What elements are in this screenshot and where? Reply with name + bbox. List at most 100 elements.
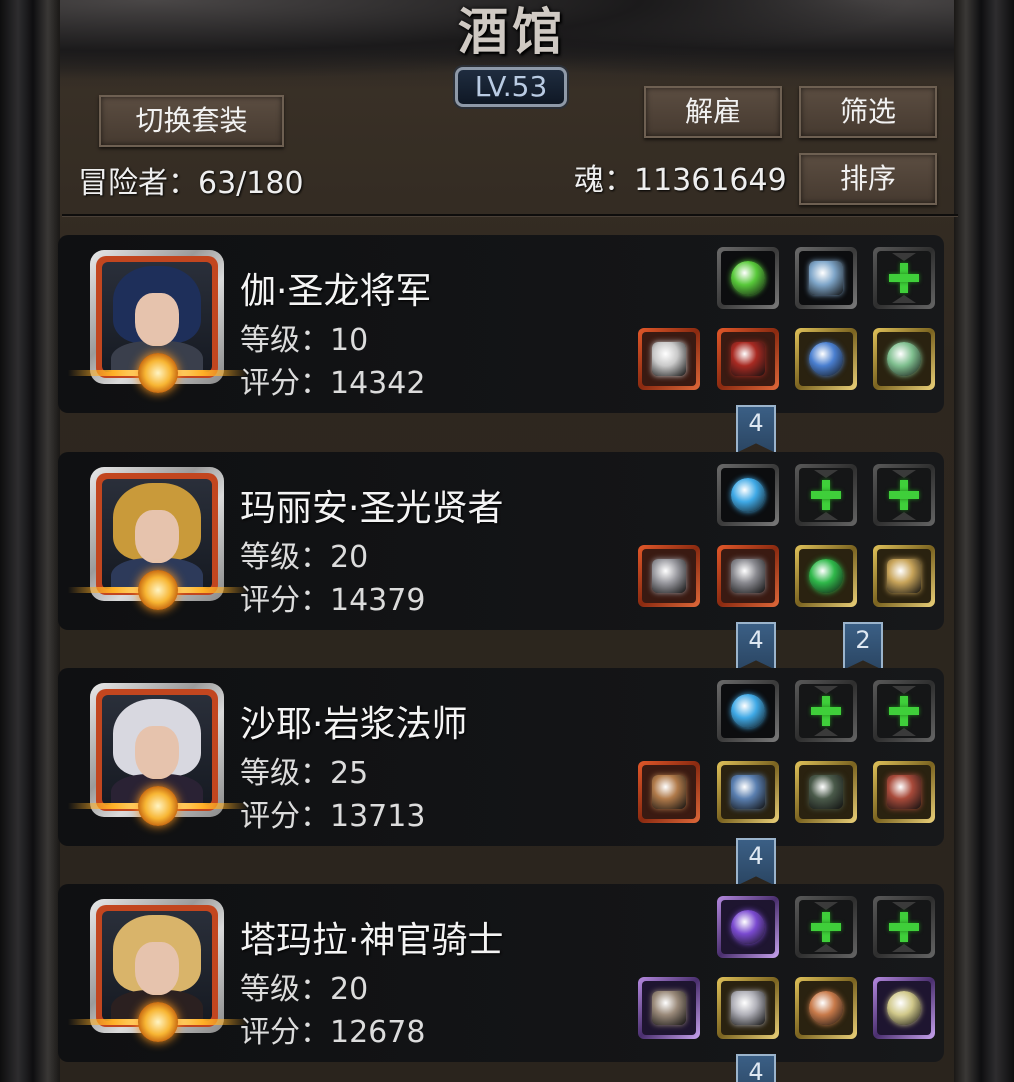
hero-name: 玛丽安·圣光贤者 xyxy=(240,488,504,529)
page-title: 酒馆 xyxy=(458,2,566,61)
slot-frame xyxy=(721,332,775,386)
empty-equipment-slot[interactable] xyxy=(873,247,935,309)
equipment-slot-bottom-0[interactable] xyxy=(638,328,700,390)
staff-icon xyxy=(652,559,686,593)
equipment-slot-bottom-3[interactable] xyxy=(873,328,935,390)
equipment-slot-top-1[interactable] xyxy=(795,247,857,309)
equipment-slot-top-0[interactable] xyxy=(717,680,779,742)
slot-frame xyxy=(721,251,775,305)
slot-frame xyxy=(877,765,931,819)
switch-outfit-button[interactable]: 切换套装 xyxy=(99,95,284,147)
equipment-slot-bottom-2[interactable] xyxy=(795,545,857,607)
rank-emblem-icon xyxy=(68,786,248,826)
hero-name: 沙耶·岩浆法师 xyxy=(240,704,468,745)
add-icon xyxy=(889,696,919,726)
slot-frame xyxy=(642,981,696,1035)
hero-score: 评分：14379 xyxy=(240,583,426,618)
slot-frame xyxy=(877,468,931,522)
scroll-icon xyxy=(887,559,921,593)
ornate-left-border xyxy=(0,0,60,1082)
hero-name: 伽·圣龙将军 xyxy=(240,271,432,312)
green-gem-icon xyxy=(809,559,843,593)
equipment-slot-bottom-0[interactable] xyxy=(638,545,700,607)
slot-chevron-bottom xyxy=(892,512,916,520)
slot-frame xyxy=(877,981,931,1035)
empty-equipment-slot[interactable] xyxy=(873,464,935,526)
slot-frame xyxy=(799,251,853,305)
hero-level: 等级：25 xyxy=(240,756,369,791)
equipment-slot-bottom-2[interactable] xyxy=(795,977,857,1039)
hero-score: 评分：14342 xyxy=(240,366,426,401)
green-crystal-icon xyxy=(731,261,765,295)
slot-chevron-top xyxy=(892,253,916,261)
slot-frame xyxy=(799,549,853,603)
robe-icon xyxy=(731,775,765,809)
equipment-slot-bottom-3[interactable] xyxy=(873,977,935,1039)
empty-equipment-slot[interactable] xyxy=(795,896,857,958)
hero-level: 等级：20 xyxy=(240,540,369,575)
slot-frame xyxy=(799,684,853,738)
add-icon xyxy=(811,696,841,726)
wand-icon xyxy=(652,775,686,809)
slot-frame xyxy=(877,251,931,305)
soul-count: 魂：11361649 xyxy=(574,163,787,198)
slot-chevron-bottom xyxy=(892,944,916,952)
slot-chevron-bottom xyxy=(814,728,838,736)
slot-frame xyxy=(721,981,775,1035)
sun-emblem-icon xyxy=(138,570,178,610)
empty-equipment-slot[interactable] xyxy=(795,680,857,742)
add-icon xyxy=(889,912,919,942)
equipment-slot-bottom-0[interactable] xyxy=(638,761,700,823)
slot-frame xyxy=(799,468,853,522)
empty-equipment-slot[interactable] xyxy=(795,464,857,526)
sun-emblem-icon xyxy=(138,786,178,826)
silver-armor-icon xyxy=(731,991,765,1025)
ornate-right-border xyxy=(954,0,1014,1082)
set-bonus-flag: 4 xyxy=(736,1054,776,1082)
blue-orb-icon xyxy=(731,478,765,512)
add-icon xyxy=(889,263,919,293)
add-icon xyxy=(889,480,919,510)
portrait-face xyxy=(135,725,179,779)
hero-level: 等级：20 xyxy=(240,972,369,1007)
sort-button[interactable]: 排序 xyxy=(799,153,937,205)
equipment-slot-top-0[interactable] xyxy=(717,464,779,526)
blue-book-icon xyxy=(809,261,843,295)
slot-chevron-bottom xyxy=(814,512,838,520)
hero-score: 评分：12678 xyxy=(240,1015,426,1050)
slot-chevron-top xyxy=(814,686,838,694)
equipment-slot-top-0[interactable] xyxy=(717,896,779,958)
red-armor-icon xyxy=(731,342,765,376)
equipment-slot-top-0[interactable] xyxy=(717,247,779,309)
equipment-slot-bottom-1[interactable] xyxy=(717,328,779,390)
equipment-slot-bottom-1[interactable] xyxy=(717,977,779,1039)
necklace-icon xyxy=(809,342,843,376)
empty-equipment-slot[interactable] xyxy=(873,896,935,958)
slot-frame xyxy=(721,900,775,954)
equipment-slot-bottom-0[interactable] xyxy=(638,977,700,1039)
slot-frame xyxy=(721,468,775,522)
slot-frame xyxy=(799,765,853,819)
equipment-slot-bottom-1[interactable] xyxy=(717,761,779,823)
equipment-slot-bottom-2[interactable] xyxy=(795,328,857,390)
slot-frame xyxy=(721,549,775,603)
hero-score: 评分：13713 xyxy=(240,799,426,834)
equipment-slot-bottom-3[interactable] xyxy=(873,545,935,607)
slot-frame xyxy=(877,684,931,738)
slot-frame xyxy=(642,332,696,386)
dismiss-button[interactable]: 解雇 xyxy=(644,86,782,138)
sun-emblem-icon xyxy=(138,353,178,393)
slot-frame xyxy=(877,549,931,603)
empty-equipment-slot[interactable] xyxy=(873,680,935,742)
filter-button[interactable]: 筛选 xyxy=(799,86,937,138)
amulet-icon xyxy=(887,991,921,1025)
slot-frame xyxy=(877,900,931,954)
slot-chevron-top xyxy=(892,470,916,478)
add-icon xyxy=(811,912,841,942)
equipment-slot-bottom-1[interactable] xyxy=(717,545,779,607)
sun-emblem-icon xyxy=(138,1002,178,1042)
slot-chevron-top xyxy=(892,686,916,694)
slot-chevron-top xyxy=(892,902,916,910)
equipment-slot-bottom-3[interactable] xyxy=(873,761,935,823)
equipment-slot-bottom-2[interactable] xyxy=(795,761,857,823)
